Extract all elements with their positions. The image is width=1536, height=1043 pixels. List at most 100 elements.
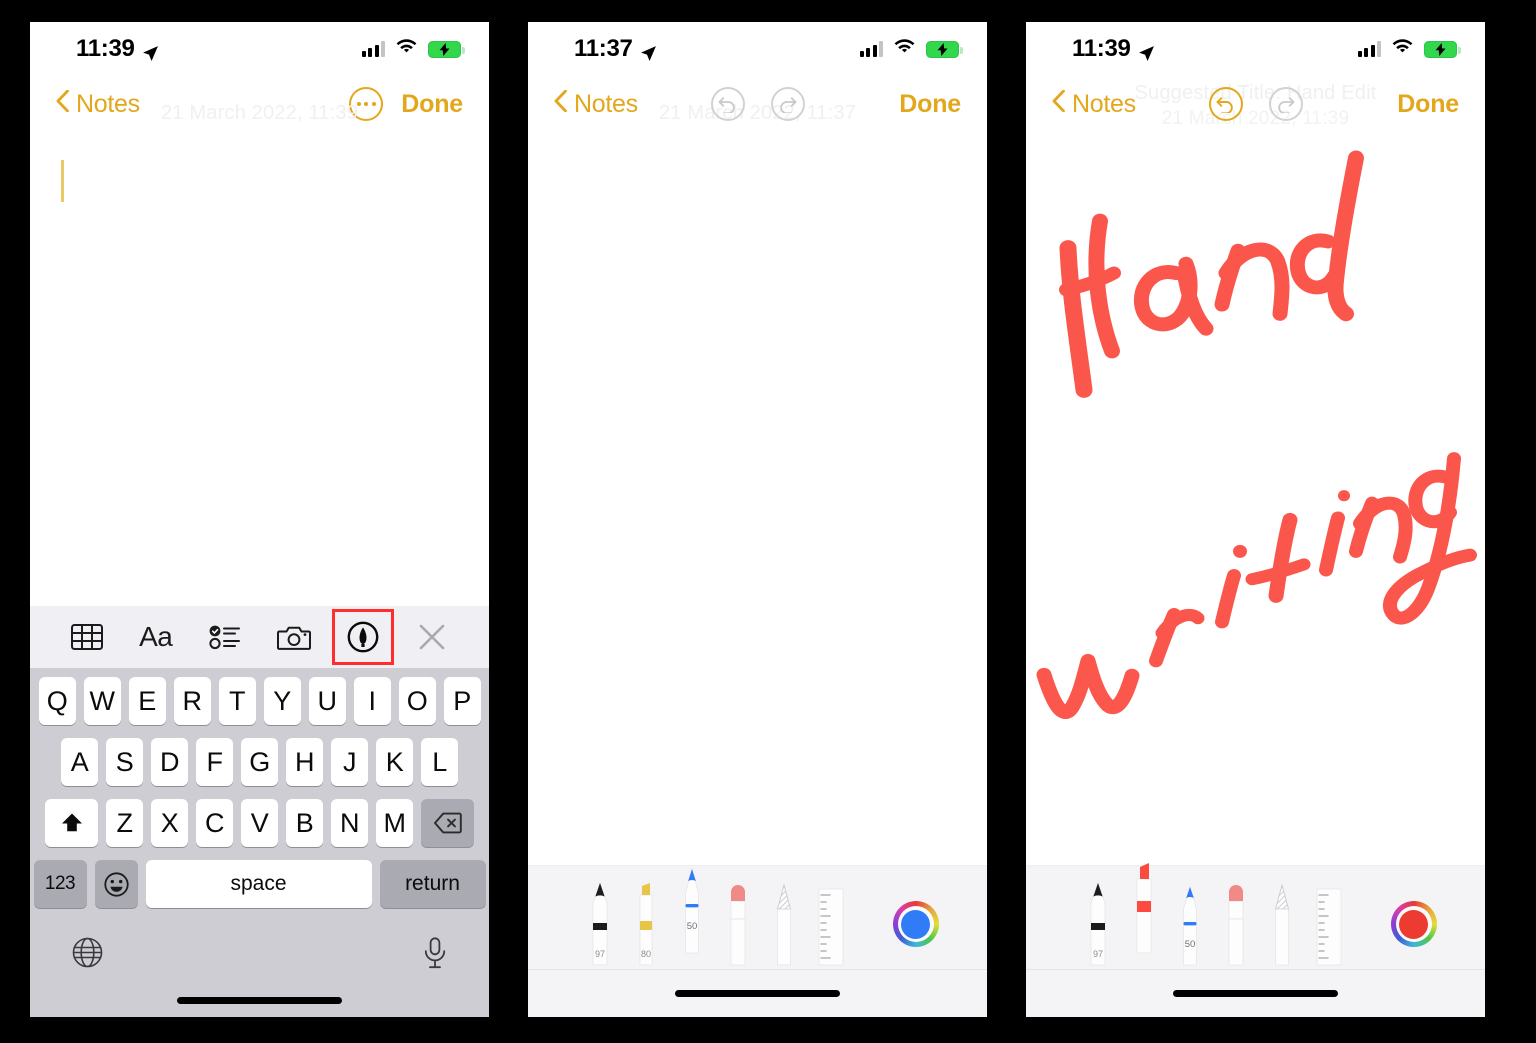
done-button[interactable]: Done (899, 90, 961, 119)
format-aa-label: Aa (139, 621, 173, 652)
pen-size-label: 97 (594, 949, 604, 959)
camera-icon[interactable] (271, 617, 317, 657)
home-indicator[interactable] (1173, 990, 1338, 997)
key-y[interactable]: Y (263, 677, 301, 725)
nav-right-group: Done (349, 87, 463, 121)
key-g[interactable]: G (241, 738, 278, 786)
color-wheel[interactable] (1390, 901, 1437, 947)
key-t[interactable]: T (218, 677, 256, 725)
cellular-signal-icon (859, 41, 883, 57)
back-to-notes-button[interactable]: Notes (56, 89, 140, 119)
battery-charging-icon (428, 40, 465, 58)
nav-bar: Suggested Title: Hand Edit 21 March 2022… (1026, 76, 1485, 132)
key-s[interactable]: S (106, 738, 143, 786)
status-bar-time-group: 11:39 (1072, 35, 1155, 63)
screenshot-stage: 11:39 21 March 2022, 11:39 Notes Done Aa… (0, 0, 1536, 1043)
key-h[interactable]: H (286, 738, 323, 786)
status-bar: 11:37 (528, 22, 987, 76)
key-l[interactable]: L (421, 738, 458, 786)
table-icon[interactable] (64, 617, 110, 657)
pen-size-label: 97 (1092, 949, 1102, 959)
note-body-drawing-canvas[interactable] (1026, 132, 1485, 865)
pencil-size-label: 50 (686, 921, 697, 932)
back-label: Notes (76, 89, 140, 118)
location-arrow-icon (640, 41, 657, 61)
lasso-tool[interactable] (1259, 877, 1305, 969)
nav-bar: 21 March 2022, 11:39 Notes Done (30, 76, 489, 132)
key-e[interactable]: E (128, 677, 166, 725)
numbers-key[interactable]: 123 (33, 860, 87, 908)
more-circle-icon[interactable] (349, 87, 384, 121)
color-wheel[interactable] (892, 901, 939, 947)
shift-up-arrow-icon[interactable] (45, 799, 98, 847)
chevron-left-icon (554, 89, 567, 119)
eraser-tool[interactable] (1213, 877, 1259, 969)
pencil-tool[interactable]: 50 (1167, 877, 1213, 969)
keyboard-row-1: Q W E R T Y U I O P (30, 677, 489, 725)
pencil-tool[interactable]: 50 (669, 865, 715, 957)
key-b[interactable]: B (286, 799, 323, 847)
key-q[interactable]: Q (38, 677, 76, 725)
phone-panel-3: 11:39 Suggested Title: Hand Edit 21 Marc… (1026, 22, 1485, 1017)
key-d[interactable]: D (151, 738, 188, 786)
pen-tool[interactable]: 97 (577, 877, 623, 969)
note-body-drawing-canvas[interactable] (528, 132, 987, 865)
text-caret (61, 160, 64, 202)
key-k[interactable]: K (376, 738, 413, 786)
highlighter-tool[interactable] (1121, 863, 1167, 957)
keyboard-row-2: A S D F G H J K L (30, 738, 489, 786)
eraser-tool[interactable] (715, 877, 761, 969)
key-m[interactable]: M (376, 799, 413, 847)
key-n[interactable]: N (331, 799, 368, 847)
key-w[interactable]: W (83, 677, 121, 725)
pen-tool[interactable]: 97 (1075, 877, 1121, 969)
redo-arrow-icon[interactable] (1268, 87, 1303, 121)
key-a[interactable]: A (61, 738, 98, 786)
markup-tool-palette: 97 80 50 (528, 865, 987, 969)
key-c[interactable]: C (196, 799, 233, 847)
note-body[interactable] (30, 132, 489, 606)
key-p[interactable]: P (443, 677, 481, 725)
key-v[interactable]: V (241, 799, 278, 847)
return-key[interactable]: return (379, 860, 486, 908)
battery-charging-icon (1424, 40, 1461, 58)
format-aa-icon[interactable]: Aa (133, 617, 179, 657)
undo-arrow-icon[interactable] (1208, 87, 1243, 121)
lasso-tool[interactable] (761, 877, 807, 969)
undo-arrow-icon[interactable] (710, 87, 745, 121)
redo-arrow-icon[interactable] (770, 87, 805, 121)
key-i[interactable]: I (353, 677, 391, 725)
key-f[interactable]: F (196, 738, 233, 786)
globe-language-icon[interactable] (72, 937, 103, 973)
markup-pen-icon[interactable] (332, 609, 395, 665)
key-z[interactable]: Z (106, 799, 143, 847)
back-to-notes-button[interactable]: Notes (1052, 89, 1136, 119)
onscreen-keyboard[interactable]: Q W E R T Y U I O P A S D F G H J K L Z … (30, 668, 489, 1017)
key-r[interactable]: R (173, 677, 211, 725)
pencil-size-label: 50 (1184, 939, 1195, 950)
key-o[interactable]: O (398, 677, 436, 725)
status-time: 11:37 (574, 35, 633, 62)
close-x-icon[interactable] (409, 617, 455, 657)
phone-panel-2: 11:37 21 March 2022, 11:37 Notes Done 97… (528, 22, 987, 1017)
location-arrow-icon (1138, 41, 1155, 61)
ruler-tool[interactable] (807, 877, 853, 969)
home-indicator[interactable] (675, 990, 840, 997)
done-button[interactable]: Done (401, 90, 463, 119)
home-indicator[interactable] (177, 996, 342, 1004)
emoji-smiley-icon[interactable] (94, 860, 138, 908)
key-u[interactable]: U (308, 677, 346, 725)
microphone-icon[interactable] (423, 936, 447, 974)
checklist-icon[interactable] (202, 617, 248, 657)
phone-panel-1: 11:39 21 March 2022, 11:39 Notes Done Aa… (30, 22, 489, 1017)
space-key[interactable]: space (145, 860, 372, 908)
key-x[interactable]: X (151, 799, 188, 847)
markup-tool-palette: 97 50 (1026, 863, 1485, 969)
highlighter-tool[interactable]: 80 (623, 877, 669, 969)
key-j[interactable]: J (331, 738, 368, 786)
status-time: 11:39 (1072, 35, 1131, 62)
ruler-tool[interactable] (1305, 877, 1351, 969)
done-button[interactable]: Done (1397, 90, 1459, 119)
backspace-delete-icon[interactable] (421, 799, 474, 847)
back-to-notes-button[interactable]: Notes (554, 89, 638, 119)
